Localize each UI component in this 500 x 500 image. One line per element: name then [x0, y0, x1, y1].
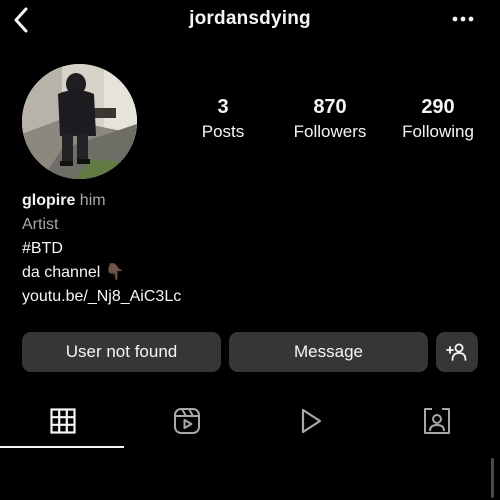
profile-avatar[interactable] — [22, 64, 137, 179]
tab-posts-grid[interactable] — [0, 398, 125, 444]
message-button[interactable]: Message — [229, 332, 428, 372]
user-not-found-label: User not found — [65, 342, 178, 361]
grid-icon — [49, 408, 76, 434]
stat-followers[interactable]: 870 Followers — [280, 95, 380, 144]
profile-bio: glopire him Artist #BTD da channel 👇🏿 yo… — [22, 189, 462, 309]
suggested-accounts-button[interactable] — [436, 332, 478, 372]
stat-following[interactable]: 290 Following — [388, 95, 488, 144]
reels-icon — [173, 408, 200, 434]
tab-reels[interactable] — [124, 398, 249, 444]
play-icon — [301, 408, 321, 434]
pronouns: him — [79, 192, 106, 209]
bio-line-hashtag[interactable]: #BTD — [22, 237, 462, 261]
tab-tagged[interactable] — [374, 398, 499, 444]
stat-posts-label: Posts — [201, 122, 245, 141]
stat-following-value: 290 — [421, 96, 455, 118]
stat-followers-label: Followers — [293, 122, 367, 141]
bio-line-text: da channel 👇🏿 — [22, 264, 125, 281]
tagged-icon — [423, 408, 450, 434]
profile-tabs — [0, 398, 500, 448]
bio-name-row: glopire him — [22, 189, 462, 213]
scrollbar[interactable] — [491, 458, 494, 498]
user-not-found-button[interactable]: User not found — [22, 332, 221, 372]
profile-username: jordansdying — [189, 8, 311, 29]
profile-stats: 3 Posts 870 Followers 290 Following — [180, 95, 490, 145]
bio-link[interactable]: youtu.be/_Nj8_AiC3Lc — [22, 285, 462, 309]
active-tab-indicator — [0, 446, 124, 448]
stat-posts[interactable]: 3 Posts — [180, 95, 266, 144]
add-person-icon — [446, 343, 467, 361]
more-horizontal-icon — [452, 16, 474, 22]
message-label: Message — [294, 342, 363, 361]
profile-category: Artist — [22, 216, 59, 233]
display-name: glopire — [22, 192, 76, 209]
stat-followers-value: 870 — [313, 96, 347, 118]
tab-videos[interactable] — [248, 398, 373, 444]
stat-posts-value: 3 — [217, 96, 229, 118]
profile-photo — [22, 64, 137, 179]
top-bar: jordansdying — [0, 0, 500, 40]
more-options-button[interactable] — [448, 8, 478, 30]
stat-following-label: Following — [402, 122, 474, 141]
